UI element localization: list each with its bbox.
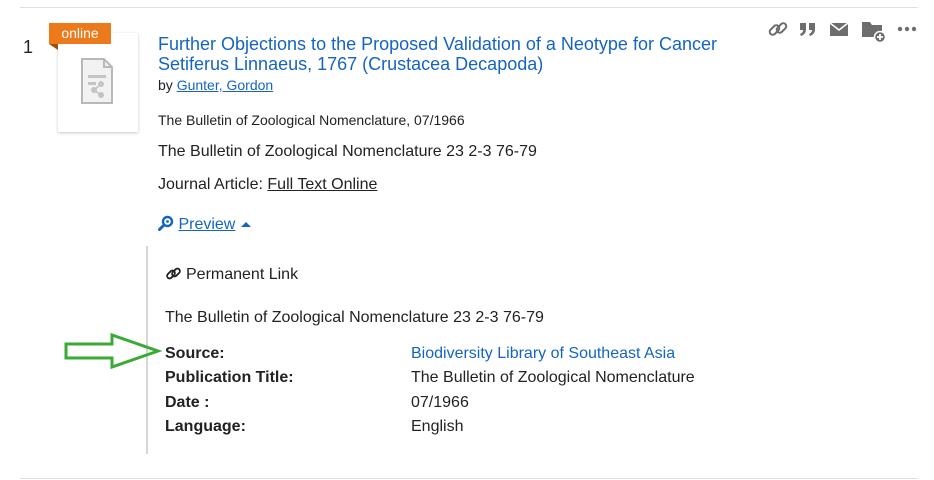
permanent-link[interactable]: Permanent Link (165, 265, 298, 284)
add-to-folder-icon[interactable] (860, 18, 888, 44)
full-text-link[interactable]: Full Text Online (267, 176, 377, 193)
author-line: by Gunter, Gordon (158, 77, 273, 93)
link-icon[interactable] (767, 18, 789, 40)
chain-link-icon (166, 267, 181, 280)
author-link[interactable]: Gunter, Gordon (177, 77, 274, 93)
content-type-line: Journal Article: Full Text Online (158, 176, 377, 194)
document-thumbnail[interactable] (58, 33, 138, 132)
bottom-divider (20, 478, 918, 479)
permanent-link-label: Permanent Link (186, 266, 299, 283)
language-label: Language: (165, 418, 246, 435)
online-badge: online (49, 23, 111, 44)
journal-date: The Bulletin of Zoological Nomenclature,… (158, 112, 465, 128)
preview-toggle[interactable]: Preview (158, 215, 252, 234)
source-link[interactable]: Biodiversity Library of Southeast Asia (411, 345, 675, 363)
email-icon[interactable] (828, 18, 850, 40)
badge-fold (49, 44, 58, 50)
language-value: English (411, 418, 464, 435)
content-type-label: Journal Article: (158, 176, 263, 193)
details-citation: The Bulletin of Zoological Nomenclature … (165, 309, 544, 326)
document-icon (81, 58, 113, 104)
result-number: 1 (23, 37, 34, 57)
citation: The Bulletin of Zoological Nomenclature … (158, 143, 537, 160)
quote-icon[interactable] (797, 18, 819, 40)
source-label: Source: (165, 345, 225, 362)
preview-label: Preview (178, 216, 236, 233)
date-value: 07/1966 (411, 394, 469, 411)
magnifier-icon (158, 215, 174, 231)
annotation-arrow (64, 332, 163, 370)
date-label: Date : (165, 394, 210, 411)
more-icon[interactable] (896, 18, 918, 40)
publication-title-label: Publication Title: (165, 369, 294, 386)
caret-up-icon (241, 222, 252, 227)
result-title-link[interactable]: Further Objections to the Proposed Valid… (158, 34, 718, 74)
top-divider (20, 7, 918, 8)
by-prefix: by (158, 77, 173, 93)
publication-title-value: The Bulletin of Zoological Nomenclature (411, 369, 695, 386)
